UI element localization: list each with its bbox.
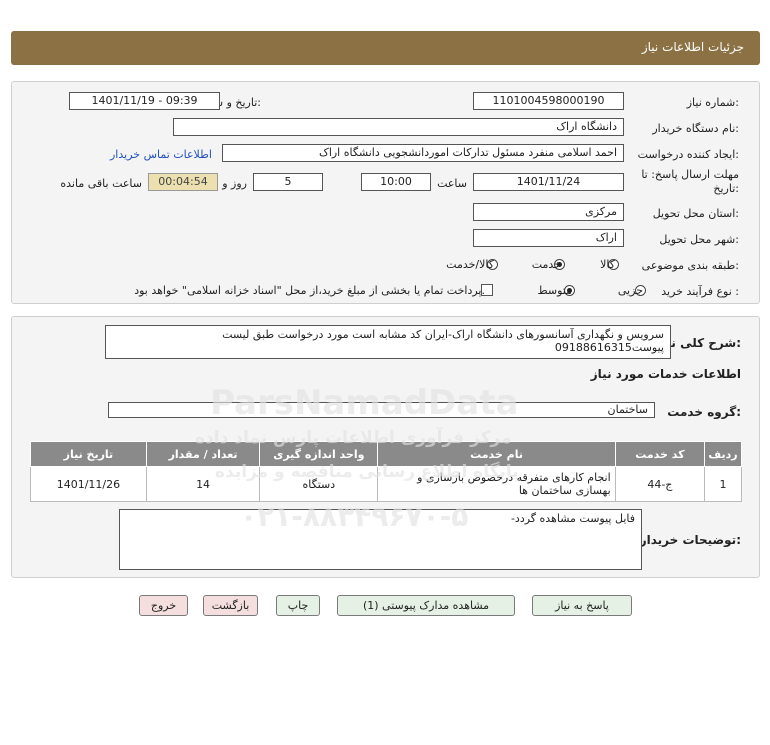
col-header-need-date: تاریخ نیاز <box>30 441 147 467</box>
days-label: روز و <box>222 177 247 190</box>
page-title: جزئیات اطلاعات نیاز <box>641 40 744 54</box>
general-info-panel: شماره نیاز: 1101004598000190 تاریخ و ساع… <box>11 81 760 304</box>
requester-label: ایجاد کننده درخواست: <box>637 148 739 161</box>
cell-unit: دستگاه <box>259 466 379 502</box>
col-header-quantity: تعداد / مقدار <box>145 441 261 467</box>
services-table: ردیف کد خدمت نام خدمت واحد اندازه گیری ت… <box>30 441 742 502</box>
buyer-contact-link[interactable]: اطلاعات تماس خریدار <box>110 148 212 161</box>
category-option-service: خدمت <box>531 258 561 271</box>
remaining-time-label: ساعت باقی مانده <box>60 177 142 190</box>
col-header-row-number: ردیف <box>704 441 742 467</box>
service-group-field: ساختمان <box>108 402 655 418</box>
buyer-notes-label: توضیحات خریدار: <box>639 533 741 547</box>
process-label: نوع فرآیند خرید : <box>661 285 739 298</box>
table-header-row: ردیف کد خدمت نام خدمت واحد اندازه گیری ت… <box>30 441 742 467</box>
view-attachments-button[interactable]: مشاهده مدارک پیوستی (1) <box>337 595 515 616</box>
cell-need-date: 1401/11/26 <box>30 466 147 502</box>
need-details-panel: شرح کلی نیاز: سرویس و نگهداری آسانسورهای… <box>11 316 760 578</box>
deadline-time-label: ساعت <box>437 177 467 190</box>
table-row: 1 ج-44 انجام کارهای متفرقه درخصوص بازساز… <box>30 466 742 502</box>
deadline-date-label: تاریخ: <box>713 182 739 195</box>
city-field: اراک <box>473 229 624 247</box>
buyer-org-field: دانشگاه اراک <box>173 118 624 136</box>
city-label: شهر محل تحویل: <box>659 233 739 246</box>
page-header: جزئیات اطلاعات نیاز <box>11 31 760 65</box>
category-label: طبقه بندی موضوعی: <box>641 259 739 272</box>
treasury-payment-note: پرداخت تمام یا بخشی از مبلغ خرید،از محل … <box>134 284 485 297</box>
col-header-service-code: کد خدمت <box>614 441 706 467</box>
respond-button[interactable]: پاسخ به نیاز <box>532 595 632 616</box>
col-header-unit: واحد اندازه گیری <box>259 441 379 467</box>
process-option-medium: متوسط <box>537 284 572 297</box>
need-number-field: 1101004598000190 <box>473 92 624 110</box>
deadline-label: مهلت ارسال پاسخ: تا <box>641 168 739 181</box>
days-remaining-field: 5 <box>253 173 323 191</box>
province-field: مرکزی <box>473 203 624 221</box>
buyer-org-label: نام دستگاه خریدار: <box>652 122 739 135</box>
exit-button[interactable]: خروج <box>139 595 188 616</box>
deadline-time-field: 10:00 <box>361 173 431 191</box>
back-button[interactable]: بازگشت <box>203 595 258 616</box>
category-option-goods-service: کالا/خدمت <box>446 258 494 271</box>
requester-field: احمد اسلامی منفرد مسئول تدارکات اموردانش… <box>222 144 624 162</box>
cell-row-number: 1 <box>704 466 742 502</box>
service-group-label: گروه خدمت: <box>667 405 741 419</box>
services-heading: اطلاعات خدمات مورد نیاز <box>590 367 741 381</box>
category-option-goods: کالا <box>600 258 615 271</box>
print-button[interactable]: چاپ <box>276 595 320 616</box>
deadline-date-field: 1401/11/24 <box>473 173 624 191</box>
remaining-time-field: 00:04:54 <box>148 173 218 191</box>
col-header-service-name: نام خدمت <box>377 441 616 467</box>
process-option-minor: جزیی <box>617 284 643 297</box>
cell-quantity: 14 <box>145 466 261 502</box>
cell-service-code: ج-44 <box>614 466 706 502</box>
need-number-label: شماره نیاز: <box>686 96 739 109</box>
province-label: استان محل تحویل: <box>652 207 739 220</box>
summary-field: سرویس و نگهداری آسانسورهای دانشگاه اراک-… <box>105 325 671 359</box>
buyer-notes-field: فایل پیوست مشاهده گردد- <box>119 509 642 570</box>
cell-service-name: انجام کارهای متفرقه درخصوص بازسازی و بهس… <box>377 466 616 502</box>
announce-date-field: 1401/11/19 - 09:39 <box>69 92 220 110</box>
